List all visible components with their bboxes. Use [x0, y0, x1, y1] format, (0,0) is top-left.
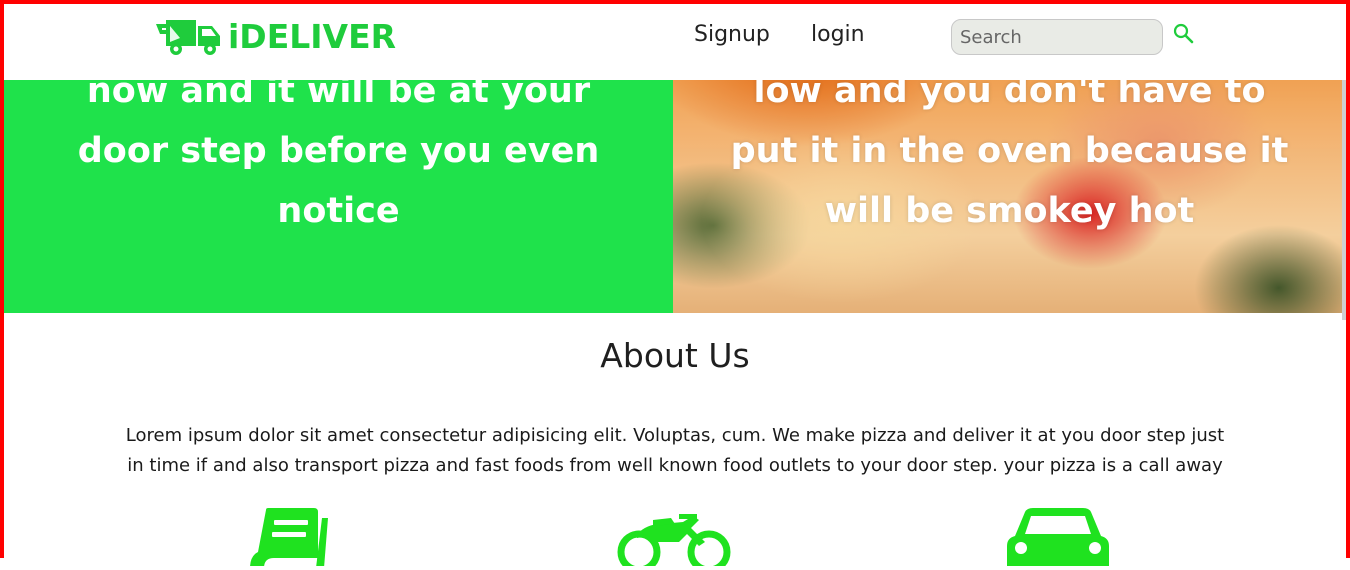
brand-name: iDELIVER: [228, 16, 397, 56]
car-icon: [1005, 506, 1111, 570]
hero-right-text: low and you don't have to put it in the …: [730, 71, 1289, 231]
nav-signup-link[interactable]: Signup: [694, 22, 770, 47]
delivery-truck-icon: [156, 20, 220, 55]
motorcycle-icon: [613, 506, 733, 570]
search-input[interactable]: [951, 19, 1163, 55]
brand-logo[interactable]: iDELIVER: [154, 16, 396, 56]
about-title: About Us: [600, 336, 750, 375]
book-icon: [244, 506, 330, 570]
about-body: Lorem ipsum dolor sit amet consectetur a…: [125, 425, 1225, 476]
nav-login-link[interactable]: login: [811, 22, 865, 47]
search-icon[interactable]: [1172, 22, 1196, 46]
navbar: iDELIVER Signup login: [4, 4, 1346, 80]
hero-left-text: now and it will be at your door step bef…: [77, 71, 600, 231]
scrollbar[interactable]: [1342, 80, 1346, 320]
